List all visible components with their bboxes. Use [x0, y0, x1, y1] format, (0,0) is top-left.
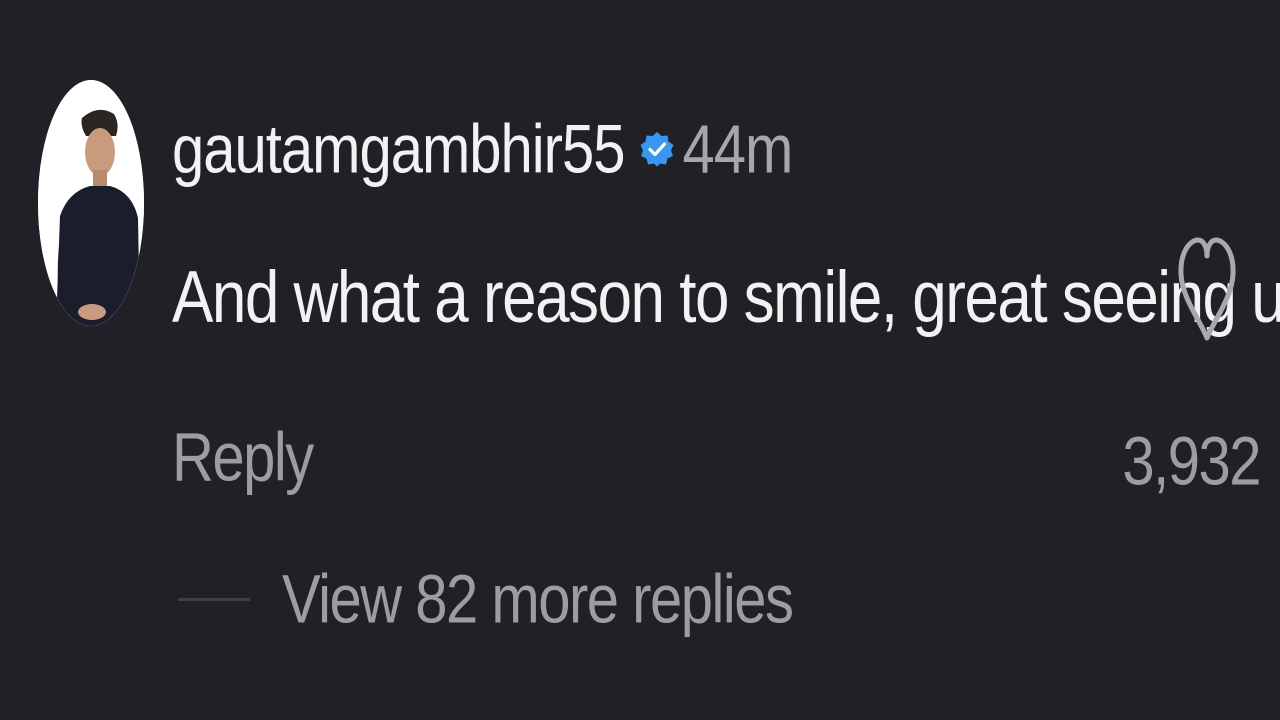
like-button[interactable]	[1176, 232, 1238, 344]
comment-timestamp: 44m	[682, 110, 794, 188]
replies-divider-line	[178, 598, 250, 601]
username-link[interactable]: gautamgambhir55	[172, 109, 626, 188]
comment-item: gautamgambhir55 44m And what a reason to…	[0, 0, 1280, 720]
reply-button[interactable]: Reply	[172, 418, 314, 497]
view-more-replies-label: View 82 more replies	[282, 561, 794, 638]
avatar[interactable]	[38, 80, 144, 326]
like-count: 3,932	[1122, 423, 1261, 500]
comment-text: And what a reason to smile, great seeing…	[172, 257, 1280, 339]
comment-header: gautamgambhir55 44m	[172, 104, 794, 194]
verified-badge-icon	[639, 131, 675, 167]
heart-outline-icon	[1178, 237, 1236, 341]
view-more-replies-button[interactable]: View 82 more replies	[178, 561, 794, 638]
